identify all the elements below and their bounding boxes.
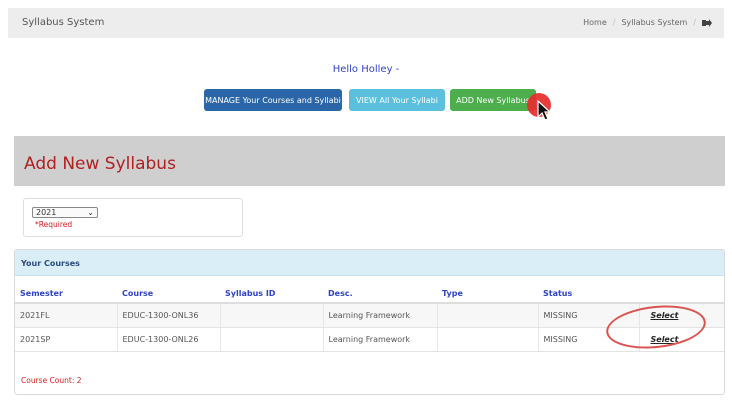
sign-out-icon[interactable] <box>702 18 712 27</box>
page-title: Add New Syllabus <box>24 154 176 174</box>
cell-syllabus-id <box>220 327 324 352</box>
cell-course: EDUC-1300-ONL26 <box>117 327 221 352</box>
manage-courses-button[interactable]: MANAGE Your Courses and Syllabi <box>204 89 342 111</box>
cell-course: EDUC-1300-ONL36 <box>117 303 221 328</box>
cell-type <box>437 327 539 352</box>
column-header-action <box>639 285 724 304</box>
cell-semester: 2021FL <box>15 303 118 328</box>
page-header-panel: Add New Syllabus <box>14 136 725 186</box>
cell-desc: Learning Framework <box>323 303 438 328</box>
year-filter-box: 2021 ⌄ *Required <box>23 198 243 237</box>
cell-desc: Learning Framework <box>323 327 438 352</box>
breadcrumb-separator: / <box>693 18 696 27</box>
cell-type <box>437 303 539 328</box>
courses-heading: Your Courses <box>15 250 724 276</box>
required-note: *Required <box>35 220 73 229</box>
pointer-cursor-icon <box>537 99 552 125</box>
breadcrumb: Home / Syllabus System / <box>583 18 712 27</box>
year-select-value: 2021 <box>36 208 57 217</box>
year-select[interactable]: 2021 ⌄ <box>32 207 98 218</box>
column-header-course: Course <box>117 285 220 304</box>
cell-semester: 2021SP <box>15 327 118 352</box>
breadcrumb-home[interactable]: Home <box>583 18 607 27</box>
add-syllabus-button[interactable]: ADD New Syllabus <box>450 89 536 111</box>
view-syllabi-button[interactable]: VIEW All Your Syllabi <box>349 89 445 111</box>
column-header-desc: Desc. <box>323 285 437 304</box>
column-header-status: Status <box>538 285 639 304</box>
breadcrumb-separator: / <box>612 18 616 27</box>
column-header-semester: Semester <box>15 285 117 304</box>
chevron-down-icon: ⌄ <box>87 208 94 217</box>
cell-syllabus-id <box>220 303 324 328</box>
column-header-syllabus-id: Syllabus ID <box>220 285 323 304</box>
app-title[interactable]: Syllabus System <box>22 17 104 28</box>
breadcrumb-syllabus-system[interactable]: Syllabus System <box>621 18 687 27</box>
greeting-text: Hello Holley - <box>332 64 400 75</box>
top-navbar: Syllabus System Home / Syllabus System / <box>8 8 724 38</box>
table-header-row: Semester Course Syllabus ID Desc. Type S… <box>15 285 724 304</box>
course-count: Course Count: 2 <box>21 376 82 385</box>
column-header-type: Type <box>437 285 538 304</box>
